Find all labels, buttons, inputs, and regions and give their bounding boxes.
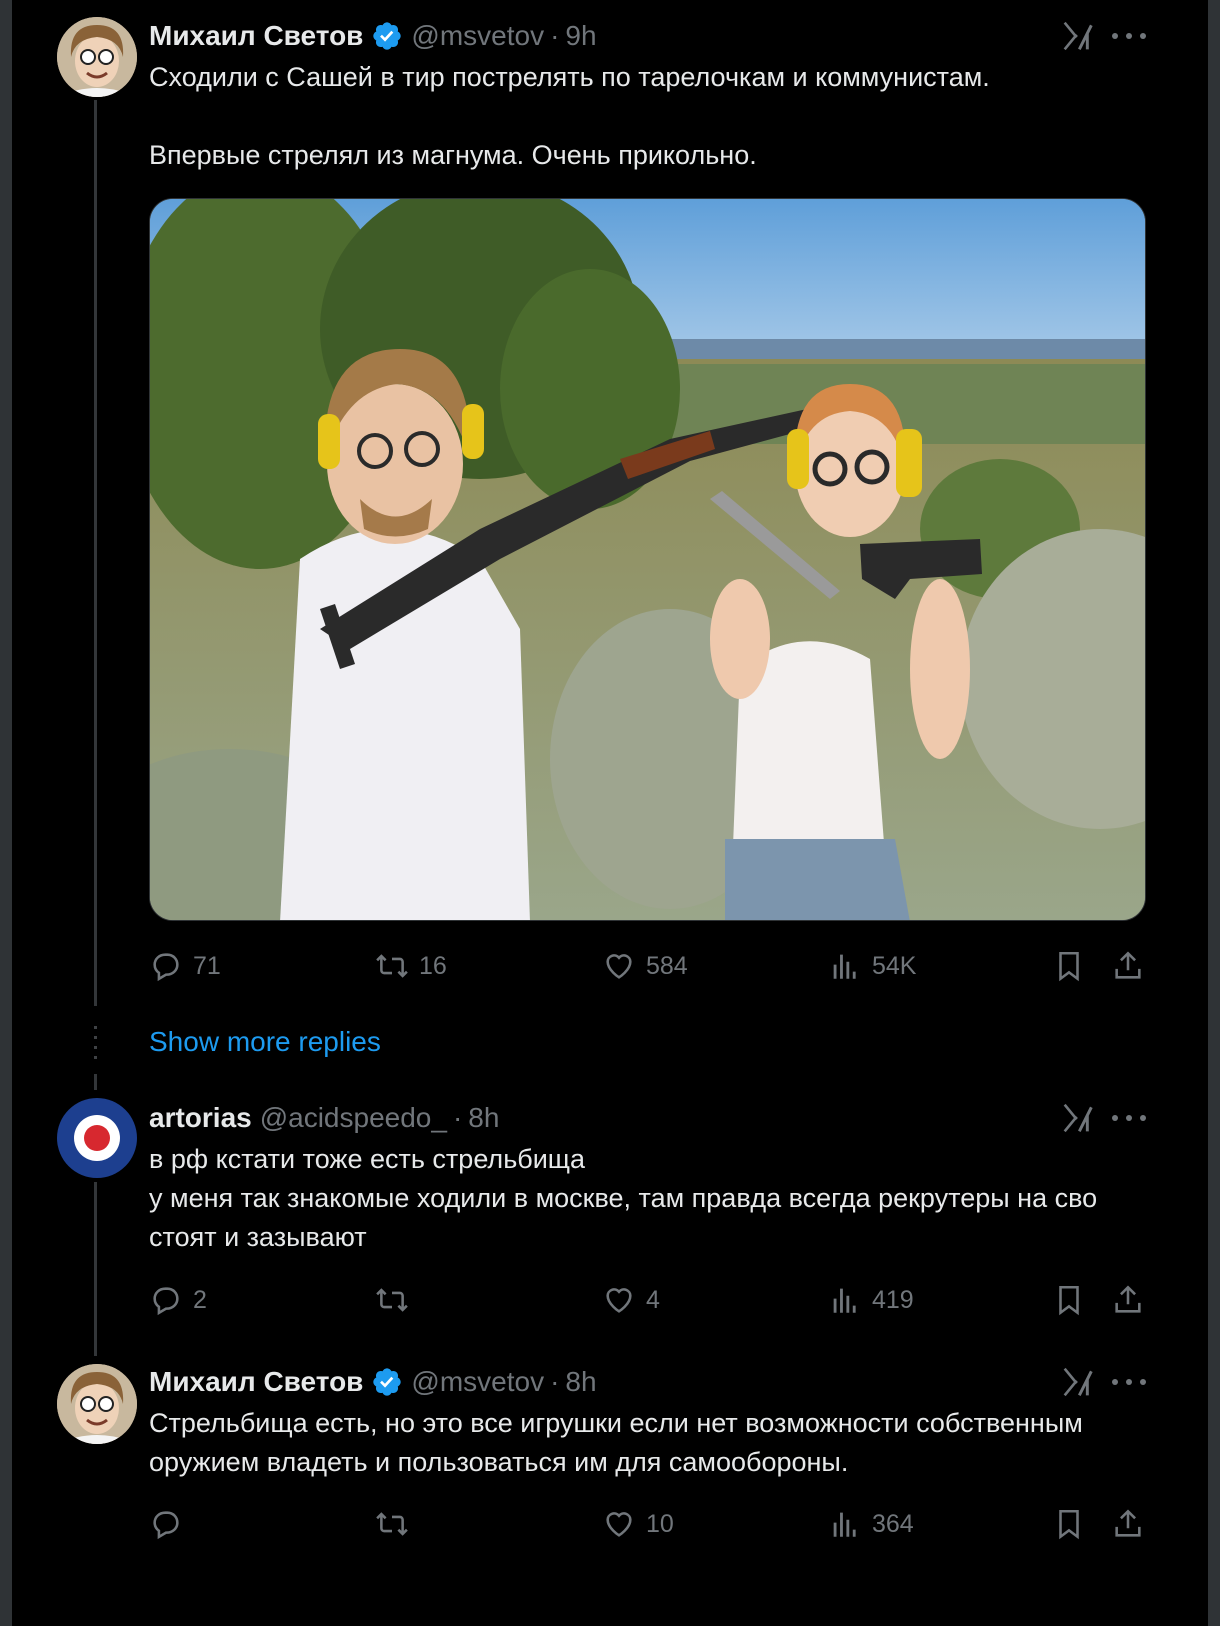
like-icon xyxy=(606,954,632,979)
timestamp[interactable]: 8h xyxy=(468,1102,499,1134)
tweet[interactable]: Михаил Светов @msvetov · 8h Стрельбища е… xyxy=(12,1354,1208,1626)
avatar-photo xyxy=(57,1364,137,1444)
tweet-actions: 71 16 584 54K xyxy=(149,946,1149,986)
author-name[interactable]: Михаил Светов xyxy=(149,20,363,52)
reply-count: 2 xyxy=(193,1285,207,1314)
verified-badge-icon xyxy=(373,22,402,50)
like-button[interactable]: 584 xyxy=(602,946,688,986)
share-icon xyxy=(1115,1509,1141,1537)
repost-icon xyxy=(376,954,408,978)
tweet-body: Сходили с Сашей в тир пострелять по таре… xyxy=(149,62,990,170)
reply-button[interactable]: 2 xyxy=(149,1280,207,1320)
repost-icon xyxy=(376,1512,408,1536)
tweet-body: Стрельбища есть, но это все игрушки если… xyxy=(149,1408,1091,1477)
thread-line xyxy=(94,1074,97,1090)
avatar[interactable] xyxy=(57,1364,137,1444)
timestamp[interactable]: 8h xyxy=(565,1366,596,1398)
repost-button[interactable] xyxy=(375,1280,409,1320)
reply-icon xyxy=(153,953,179,982)
views-button[interactable]: 54K xyxy=(828,946,916,986)
like-count: 584 xyxy=(646,951,688,980)
share-icon xyxy=(1115,951,1141,979)
avatar[interactable] xyxy=(57,17,137,97)
roundel-icon xyxy=(74,1115,120,1161)
tweet-actions: 2 4 419 xyxy=(149,1280,1149,1320)
author-name[interactable]: Михаил Светов xyxy=(149,1366,363,1398)
separator: · xyxy=(550,20,560,51)
grok-icon[interactable] xyxy=(1062,20,1094,52)
reply-icon xyxy=(153,1511,179,1540)
separator: · xyxy=(550,1366,560,1397)
views-count: 54K xyxy=(872,951,917,980)
like-button[interactable]: 10 xyxy=(602,1504,674,1544)
like-icon xyxy=(606,1288,632,1313)
reply-icon xyxy=(153,1287,179,1316)
more-icon[interactable] xyxy=(1112,1365,1146,1399)
bookmark-button[interactable] xyxy=(1052,1280,1086,1320)
share-button[interactable] xyxy=(1111,1504,1145,1544)
views-button[interactable]: 419 xyxy=(828,1280,914,1320)
repost-icon xyxy=(376,1288,408,1312)
views-count: 419 xyxy=(872,1285,914,1314)
share-button[interactable] xyxy=(1111,1280,1145,1320)
avatar-photo xyxy=(57,17,137,97)
show-more-replies-link[interactable]: Show more replies xyxy=(149,1022,381,1062)
tweet-actions: 10 364 xyxy=(149,1504,1149,1544)
bookmark-button[interactable] xyxy=(1052,1504,1086,1544)
grok-icon[interactable] xyxy=(1062,1102,1094,1134)
author-handle[interactable]: @msvetov xyxy=(411,1366,544,1398)
author-handle[interactable]: @msvetov xyxy=(411,20,544,52)
photo-scene xyxy=(150,199,1145,920)
repost-button[interactable]: 16 xyxy=(375,946,447,986)
reply-button[interactable] xyxy=(149,1504,183,1544)
tweet-header: Михаил Светов @msvetov · 8h xyxy=(149,1362,597,1402)
reply-button[interactable]: 71 xyxy=(149,946,221,986)
like-button[interactable]: 4 xyxy=(602,1280,660,1320)
timeline-panel: Михаил Светов @msvetov · 9h Сходили с Са… xyxy=(12,0,1208,1626)
tweet-text: в рф кстати тоже есть стрельбища у меня … xyxy=(149,1140,1149,1257)
tweet-text: Стрельбища есть, но это все игрушки если… xyxy=(149,1404,1149,1482)
tweet[interactable]: artorias @acidspeedo_ · 8h в рф кстати т… xyxy=(12,1090,1208,1352)
tweet-body: в рф кстати тоже есть стрельбища у меня … xyxy=(149,1144,1098,1252)
timestamp[interactable]: 9h xyxy=(565,20,596,52)
like-count: 4 xyxy=(646,1285,660,1314)
more-icon[interactable] xyxy=(1112,19,1146,53)
tweet-photo[interactable] xyxy=(149,198,1146,921)
like-count: 10 xyxy=(646,1509,674,1538)
bookmark-icon xyxy=(1059,1509,1079,1540)
grok-icon[interactable] xyxy=(1062,1366,1094,1398)
views-button[interactable]: 364 xyxy=(828,1504,914,1544)
views-icon xyxy=(833,1512,856,1537)
verified-badge-icon xyxy=(373,1368,402,1396)
thread-dots xyxy=(94,1026,97,1066)
tweet-header: artorias @acidspeedo_ · 8h xyxy=(149,1098,499,1138)
repost-button[interactable] xyxy=(375,1504,409,1544)
views-count: 364 xyxy=(872,1509,914,1538)
repost-count: 16 xyxy=(419,951,447,980)
bookmark-icon xyxy=(1059,1285,1079,1316)
share-button[interactable] xyxy=(1111,946,1145,986)
tweet-header: Михаил Светов @msvetov · 9h xyxy=(149,16,597,56)
bookmark-icon xyxy=(1059,951,1079,982)
reply-count: 71 xyxy=(193,951,221,980)
separator: · xyxy=(452,1102,463,1133)
more-icon[interactable] xyxy=(1112,1101,1146,1135)
views-icon xyxy=(833,954,856,979)
share-icon xyxy=(1115,1285,1141,1313)
author-name[interactable]: artorias xyxy=(149,1102,252,1134)
views-icon xyxy=(833,1288,856,1313)
tweet[interactable]: Михаил Светов @msvetov · 9h Сходили с Са… xyxy=(12,0,1208,1010)
tweet-text: Сходили с Сашей в тир пострелять по таре… xyxy=(149,58,1149,175)
avatar[interactable] xyxy=(57,1098,137,1178)
like-icon xyxy=(606,1512,632,1537)
bookmark-button[interactable] xyxy=(1052,946,1086,986)
author-handle[interactable]: @acidspeedo_ xyxy=(260,1102,447,1134)
